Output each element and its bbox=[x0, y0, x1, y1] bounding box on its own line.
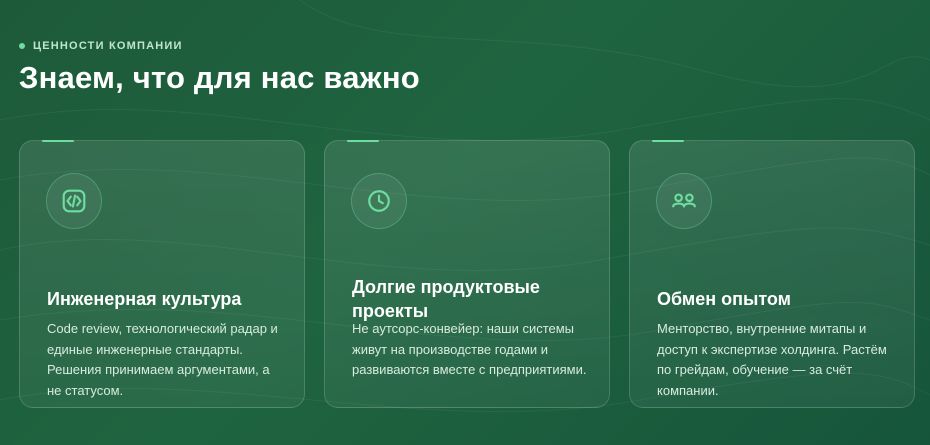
card-icon-badge bbox=[46, 173, 102, 229]
card-accent-line bbox=[42, 140, 74, 142]
card-title: Обмен опытом bbox=[657, 289, 791, 309]
card-title: Долгие продуктовые проекты bbox=[352, 277, 540, 321]
card-accent-line bbox=[347, 140, 379, 142]
section-eyebrow: ЦЕННОСТИ КОМПАНИИ bbox=[19, 40, 183, 52]
card-title: Инженерная культура bbox=[47, 289, 242, 309]
clock-icon bbox=[368, 190, 390, 212]
eyebrow-dot-icon bbox=[19, 43, 25, 49]
card-description: Не аутсорс-конвейер: наши системы живут … bbox=[352, 321, 587, 377]
values-cards: Инженерная культура Code review, техноло… bbox=[19, 140, 915, 408]
code-icon bbox=[62, 189, 86, 213]
value-card-knowledge-sharing: Обмен опытом Менторство, внутренние мита… bbox=[629, 140, 915, 408]
card-accent-line bbox=[652, 140, 684, 142]
card-icon-badge bbox=[351, 173, 407, 229]
card-icon-badge bbox=[656, 173, 712, 229]
value-card-long-projects: Долгие продуктовые проекты Не аутсорс-ко… bbox=[324, 140, 610, 408]
eyebrow-label: ЦЕННОСТИ КОМПАНИИ bbox=[33, 40, 183, 52]
card-description: Code review, технологический радар и еди… bbox=[47, 321, 278, 398]
section-title: Знаем, что для нас важно bbox=[19, 60, 420, 95]
value-card-engineering: Инженерная культура Code review, техноло… bbox=[19, 140, 305, 408]
company-values-section: ЦЕННОСТИ КОМПАНИИ Знаем, что для нас важ… bbox=[0, 0, 930, 445]
people-icon bbox=[672, 193, 696, 208]
card-description: Менторство, внутренние митапы и доступ к… bbox=[657, 321, 887, 398]
